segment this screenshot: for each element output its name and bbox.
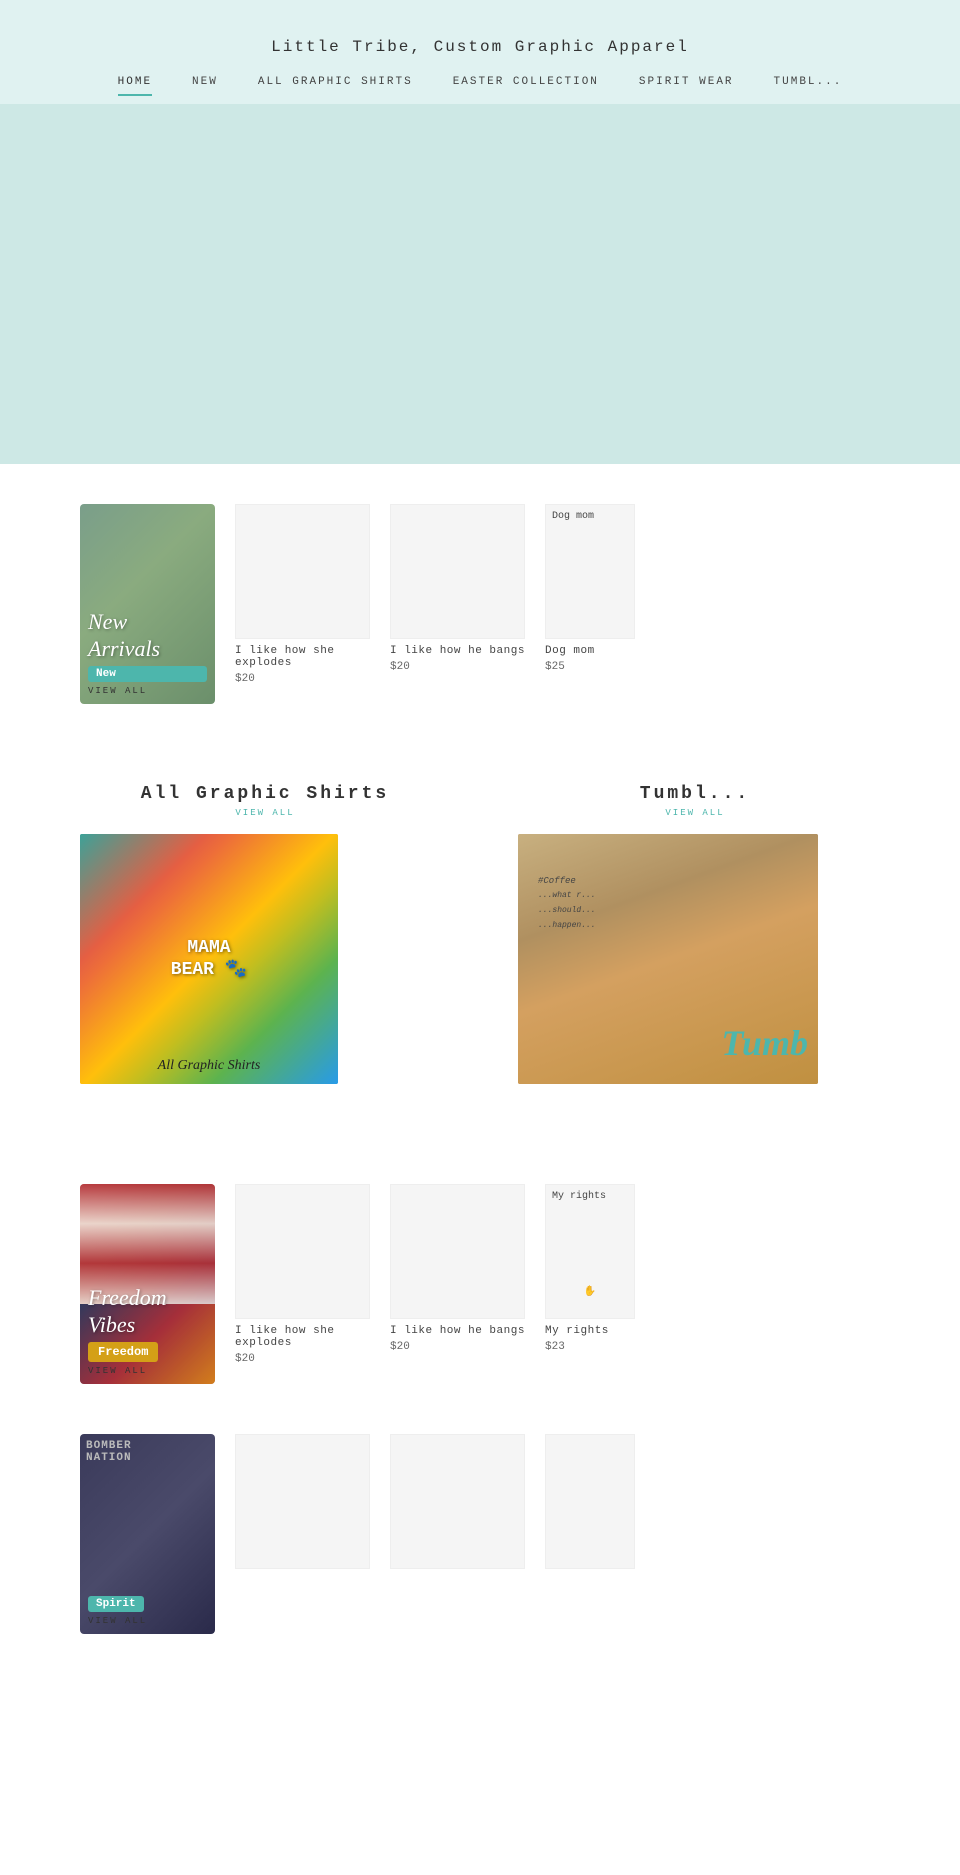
tumblers-heading: Tumbl...	[510, 784, 880, 804]
all-graphic-image[interactable]: MAMABEAR 🐾 All Graphic Shirts	[80, 834, 338, 1084]
all-graphic-view-all[interactable]: VIEW ALL	[80, 808, 450, 818]
tumblers-col: Tumbl... VIEW ALL #Coffee ...what r... .…	[510, 784, 880, 1084]
spirit-card[interactable]: BOMBERNATION Spirit VIEW ALL	[80, 1434, 215, 1634]
product-img-2	[390, 504, 525, 639]
site-title: Little Tribe, Custom Graphic Apparel	[0, 20, 960, 66]
spirit-row: BOMBERNATION Spirit VIEW ALL	[80, 1434, 880, 1634]
freedom-view-all[interactable]: VIEW ALL	[88, 1366, 207, 1376]
freedom-product-2[interactable]: I like how he bangs $20	[390, 1184, 525, 1353]
product-name-1: I like how she explodes	[235, 645, 370, 669]
nav-all-graphic[interactable]: ALL GRAPHIC SHIRTS	[258, 76, 413, 96]
product-price-3: $25	[545, 661, 565, 673]
tumblers-image[interactable]: #Coffee ...what r... ...should... ...hap…	[518, 834, 818, 1084]
product-img-3: Dog mom	[545, 504, 635, 639]
spirit-product-2[interactable]	[390, 1434, 525, 1569]
nav-spirit[interactable]: SPIRIT WEAR	[639, 76, 734, 96]
freedom-product-img-2	[390, 1184, 525, 1319]
nav-new[interactable]: NEW	[192, 76, 218, 96]
dog-mom-partial-label: Dog mom	[552, 511, 594, 522]
all-graphic-heading: All Graphic Shirts	[80, 784, 450, 804]
tumblers-view-all[interactable]: VIEW ALL	[510, 808, 880, 818]
freedom-section: FreedomVibes Freedom VIEW ALL I like how…	[0, 1144, 960, 1424]
product-name-3: Dog mom	[545, 645, 595, 657]
all-graphic-shirts-col: All Graphic Shirts VIEW ALL MAMABEAR 🐾 A…	[80, 784, 450, 1084]
spirit-section: BOMBERNATION Spirit VIEW ALL	[0, 1424, 960, 1674]
spirit-product-img-3	[545, 1434, 635, 1569]
product-price-1: $20	[235, 673, 255, 685]
all-graphic-script: All Graphic Shirts	[80, 1058, 338, 1074]
nav-easter[interactable]: EASTER COLLECTION	[453, 76, 599, 96]
product-name-2: I like how he bangs	[390, 645, 525, 657]
new-arrivals-section: New Arrivals New VIEW ALL I like how she…	[0, 464, 960, 744]
new-arrivals-script: New Arrivals	[88, 609, 207, 662]
freedom-product-3[interactable]: My rights ✋ My rights $23	[545, 1184, 635, 1353]
spirit-product-img-1	[235, 1434, 370, 1569]
freedom-script: FreedomVibes	[88, 1285, 207, 1338]
main-nav: HOME NEW ALL GRAPHIC SHIRTS EASTER COLLE…	[0, 66, 960, 104]
freedom-product-img-3: My rights ✋	[545, 1184, 635, 1319]
product-card-1[interactable]: I like how she explodes $20	[235, 504, 370, 685]
freedom-row: FreedomVibes Freedom VIEW ALL I like how…	[80, 1184, 880, 1384]
new-view-all[interactable]: VIEW ALL	[88, 686, 207, 696]
new-arrivals-row: New Arrivals New VIEW ALL I like how she…	[80, 504, 880, 704]
nav-home[interactable]: HOME	[118, 76, 152, 96]
product-price-2: $20	[390, 661, 410, 673]
spirit-product-img-2	[390, 1434, 525, 1569]
new-arrivals-card[interactable]: New Arrivals New VIEW ALL	[80, 504, 215, 704]
all-graphic-section: All Graphic Shirts VIEW ALL MAMABEAR 🐾 A…	[0, 744, 960, 1104]
freedom-card[interactable]: FreedomVibes Freedom VIEW ALL	[80, 1184, 215, 1384]
hero-banner	[0, 104, 960, 464]
spirit-product-1[interactable]	[235, 1434, 370, 1569]
product-img-1	[235, 504, 370, 639]
spirit-product-3[interactable]	[545, 1434, 635, 1569]
freedom-product-price-3: $23	[545, 1341, 565, 1353]
freedom-product-price-2: $20	[390, 1341, 410, 1353]
tumblers-script: Tumb	[721, 1022, 808, 1064]
product-card-3[interactable]: Dog mom Dog mom $25	[545, 504, 635, 673]
freedom-product-1[interactable]: I like how she explodes $20	[235, 1184, 370, 1365]
freedom-product-price-1: $20	[235, 1353, 255, 1365]
freedom-badge: Freedom	[88, 1342, 158, 1362]
freedom-product-name-3: My rights	[545, 1325, 609, 1337]
my-rights-label: My rights	[552, 1191, 606, 1202]
header: Little Tribe, Custom Graphic Apparel HOM…	[0, 0, 960, 464]
freedom-product-img-1	[235, 1184, 370, 1319]
spirit-badge: Spirit	[88, 1596, 144, 1612]
nav-tumbl[interactable]: TUMBL...	[774, 76, 843, 96]
new-badge: New	[88, 666, 207, 682]
spirit-view-all[interactable]: VIEW ALL	[88, 1616, 207, 1626]
freedom-product-name-1: I like how she explodes	[235, 1325, 370, 1349]
product-card-2[interactable]: I like how he bangs $20	[390, 504, 525, 673]
mama-bear-text: MAMABEAR 🐾	[171, 938, 247, 980]
freedom-product-name-2: I like how he bangs	[390, 1325, 525, 1337]
